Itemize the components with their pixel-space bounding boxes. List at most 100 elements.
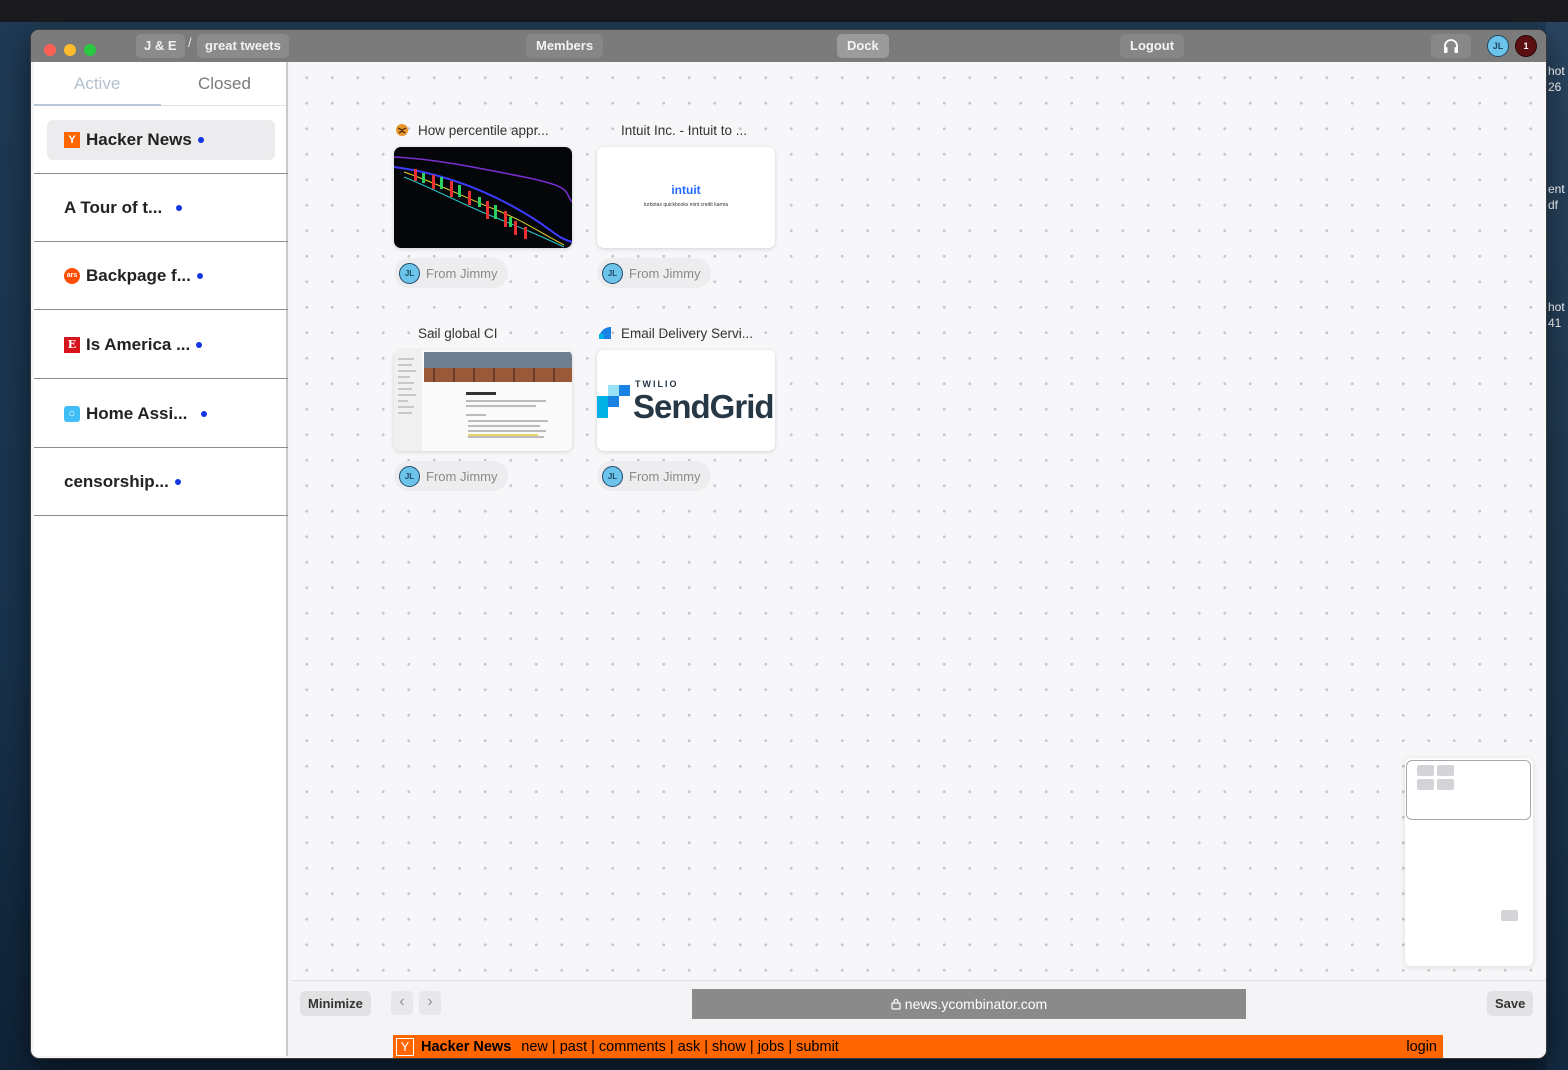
blank-favicon-icon (394, 325, 410, 341)
sidebar-item-backpage[interactable]: ars Backpage f... (34, 242, 288, 310)
sidebar-item-label: censorship... (64, 472, 169, 491)
economist-icon: E (64, 337, 80, 353)
hacker-news-header: Y Hacker News new | past | comments | as… (393, 1035, 1443, 1058)
shared-by-chip: JL From Jimmy (597, 461, 711, 491)
shared-by-chip: JL From Jimmy (597, 258, 711, 288)
desktop-edge-label: 26 (1548, 80, 1562, 94)
sidebar-item-body: A Tour of t... (47, 188, 275, 228)
headphones-button[interactable] (1431, 34, 1471, 58)
sidebar-item-label: Backpage f... (86, 266, 191, 285)
sidebar-item-label: Home Assi... (86, 404, 188, 423)
shared-by-label: From Jimmy (426, 265, 498, 281)
browser-toolbar: Minimize ‹ › news.ycombinator.com Save Y… (291, 980, 1546, 1058)
sidebar-item-body: ⌂ Home Assi... (47, 394, 275, 434)
desktop-edge-label: 41 (1548, 316, 1562, 330)
hacker-news-icon: Y (64, 132, 80, 148)
hacker-news-brand-link[interactable]: Hacker News (421, 1039, 511, 1055)
tab-active[interactable]: Active (74, 74, 120, 94)
sidebar-item-body: E Is America ... (47, 325, 275, 365)
sidebar-item-label: Hacker News (86, 130, 192, 149)
candlestick-chart-image (394, 156, 572, 248)
zoom-window-button[interactable] (84, 44, 96, 56)
intuit-logo: intuit (671, 183, 701, 197)
card-title-text: Email Delivery Servi... (621, 325, 754, 341)
url-bar[interactable]: news.ycombinator.com (692, 989, 1246, 1019)
unread-dot-icon (196, 273, 203, 279)
dock-button[interactable]: Dock (837, 34, 889, 58)
shared-by-label: From Jimmy (629, 265, 701, 281)
sidebar-item-is-america[interactable]: E Is America ... (34, 311, 288, 379)
link-card[interactable]: Sail global CI JL From Jimmy (394, 322, 572, 491)
desktop-edge-label: ent (1548, 182, 1565, 196)
shared-by-label: From Jimmy (629, 468, 701, 484)
breadcrumb-space[interactable]: J & E (136, 34, 185, 58)
login-link[interactable]: login (1406, 1039, 1437, 1055)
app-window: J & E / great tweets Members Dock Logout… (31, 30, 1546, 1058)
card-title: How percentile appr... (394, 119, 572, 141)
card-thumbnail[interactable] (394, 147, 572, 248)
url-text: news.ycombinator.com (904, 996, 1048, 1012)
tiger-favicon-icon (394, 122, 410, 138)
sendgrid-wordmark: SendGrid (633, 388, 775, 425)
sidebar-item-censorship[interactable]: censorship... (34, 448, 288, 516)
headphones-icon (1444, 39, 1458, 53)
card-thumbnail[interactable]: intuit turbotax quickbooks mint credit k… (597, 147, 775, 248)
sendgrid-logo-square (597, 407, 608, 418)
sidebar-item-label: A Tour of t... (64, 198, 163, 217)
link-card[interactable]: Intuit Inc. - Intuit to ... intuit turbo… (597, 119, 775, 288)
logout-button[interactable]: Logout (1120, 34, 1185, 58)
shared-by-label: From Jimmy (426, 468, 498, 484)
desktop-edge-label: df (1548, 198, 1559, 212)
ars-technica-icon: ars (64, 268, 80, 284)
link-card[interactable]: How percentile appr... JL From Jimmy (394, 119, 572, 288)
sidebar-item-label: Is America ... (86, 335, 191, 354)
sidebar-item-hacker-news[interactable]: Y Hacker News (34, 106, 288, 174)
card-thumbnail[interactable] (394, 350, 572, 451)
unread-dot-icon (174, 479, 181, 485)
sendgrid-logo-square (608, 385, 619, 396)
hacker-news-nav-links[interactable]: new | past | comments | ask | show | job… (521, 1039, 839, 1055)
dock-panel (1405, 758, 1533, 966)
card-title: Sail global CI (394, 322, 572, 344)
board-canvas[interactable]: How percentile appr... JL From Jimmy Int… (291, 62, 1546, 980)
sidebar-item-tour[interactable]: A Tour of t... (34, 174, 288, 242)
desktop-edge-text: hot 26 ent df hot 41 (1546, 22, 1568, 1070)
sidebar-item-body: Y Hacker News (47, 120, 275, 160)
user-avatar[interactable]: JL (1487, 35, 1509, 57)
tab-closed[interactable]: Closed (198, 74, 251, 94)
close-window-button[interactable] (44, 44, 56, 56)
sharer-avatar: JL (399, 465, 420, 487)
shared-by-chip: JL From Jimmy (394, 461, 508, 491)
sidebar-item-body: ars Backpage f... (47, 256, 275, 296)
card-title: Email Delivery Servi... (597, 322, 775, 344)
desktop-edge-label: hot (1548, 300, 1565, 314)
lock-icon (891, 998, 901, 1010)
sharer-avatar: JL (602, 262, 623, 284)
dock-panel-slot[interactable] (1406, 760, 1531, 820)
notification-badge[interactable]: 1 (1515, 35, 1537, 57)
card-thumbnail[interactable]: TWILIO SendGrid (597, 350, 775, 451)
title-bar: J & E / great tweets Members Dock Logout… (31, 30, 1546, 62)
sharer-avatar: JL (399, 262, 420, 284)
sidebar-item-body: censorship... (47, 462, 275, 502)
back-button[interactable]: ‹ (391, 991, 413, 1015)
minimize-window-button[interactable] (64, 44, 76, 56)
breadcrumb-room[interactable]: great tweets (197, 34, 289, 58)
card-title-text: Intuit Inc. - Intuit to ... (621, 122, 748, 138)
unread-dot-icon (196, 342, 203, 348)
link-card[interactable]: Email Delivery Servi... TWILIO SendGrid … (597, 322, 775, 491)
members-button[interactable]: Members (526, 34, 604, 58)
dock-panel-handle-icon[interactable] (1501, 910, 1518, 921)
sidebar-tabs: Active Closed (34, 62, 286, 106)
sidebar-item-home-assistant[interactable]: ⌂ Home Assi... (34, 380, 288, 448)
sendgrid-logo-square (608, 396, 619, 407)
card-title-text: Sail global CI (418, 325, 498, 341)
grid-icon (1417, 765, 1457, 791)
hacker-news-logo-icon[interactable]: Y (396, 1038, 414, 1056)
minimize-button[interactable]: Minimize (300, 991, 371, 1016)
forward-button[interactable]: › (419, 991, 441, 1015)
save-button[interactable]: Save (1487, 991, 1534, 1016)
unread-dot-icon (176, 205, 183, 211)
home-assistant-icon: ⌂ (64, 406, 80, 422)
sendgrid-logo-square (597, 396, 608, 407)
